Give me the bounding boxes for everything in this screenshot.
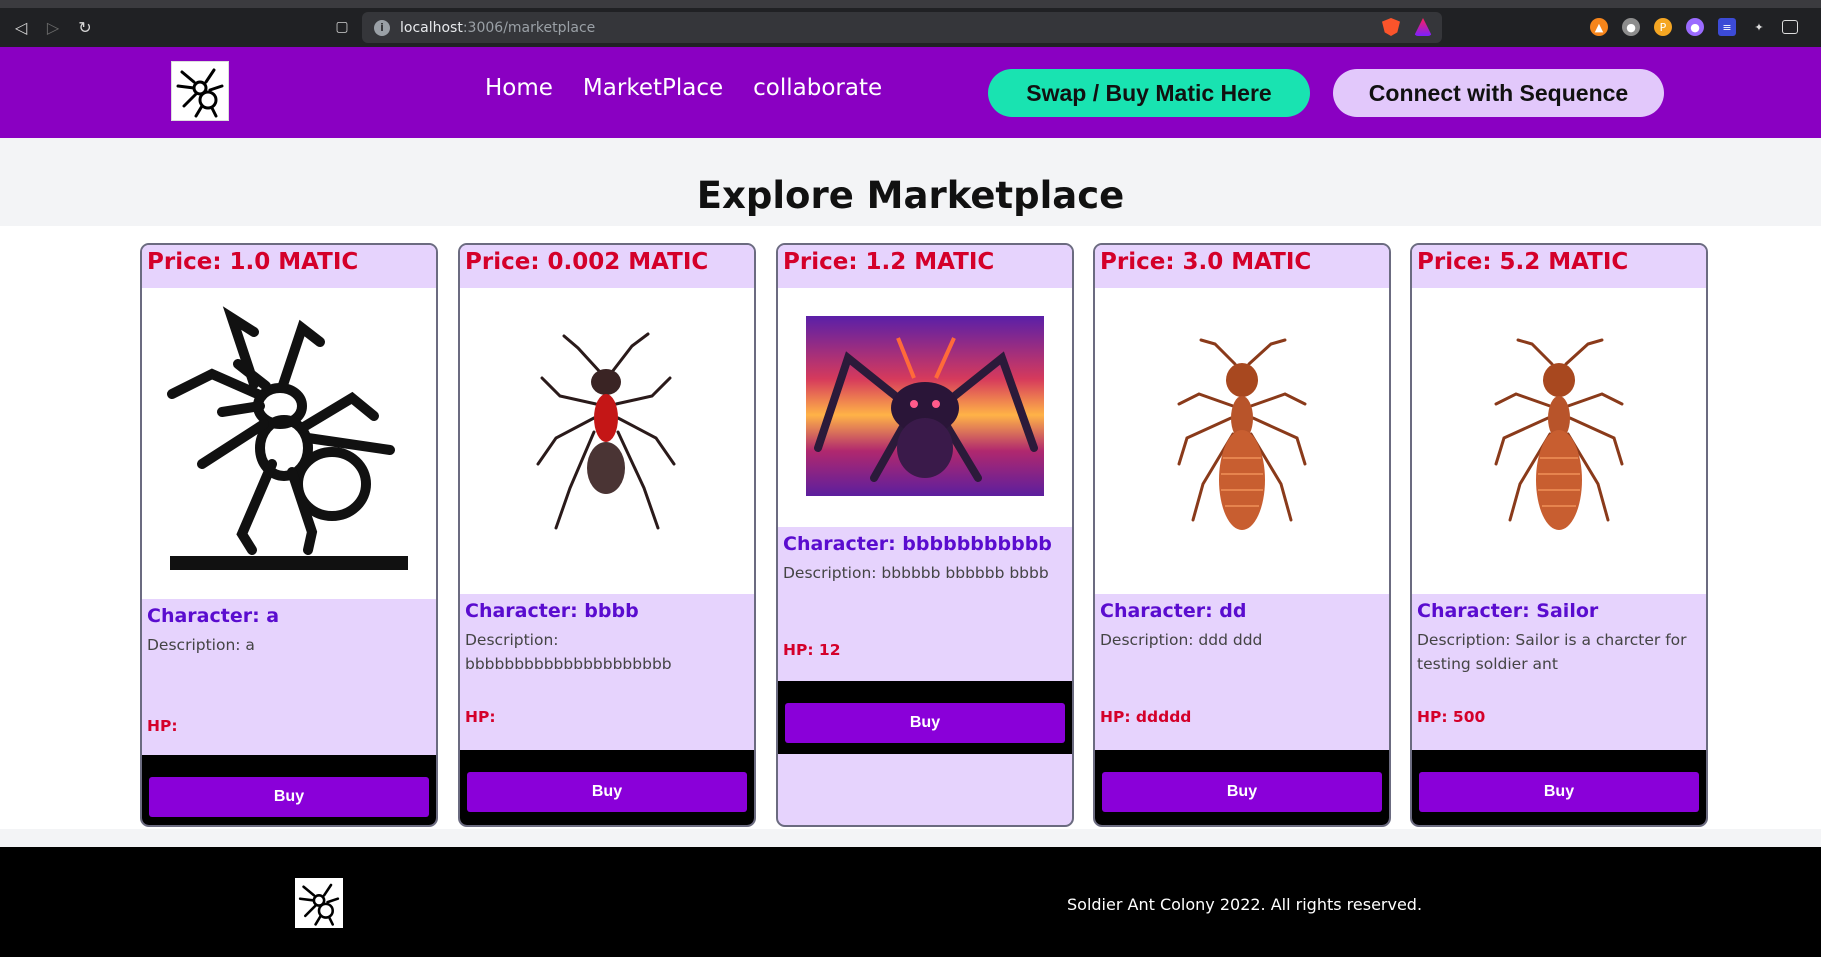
buy-button[interactable]: Buy: [1102, 772, 1382, 812]
marketplace-grid: Price: 1.0 MATIC Character: a Descriptio…: [0, 226, 1821, 829]
bookmark-icon[interactable]: ▢: [332, 17, 352, 37]
swap-buy-matic-button[interactable]: Swap / Buy Matic Here: [988, 69, 1310, 117]
black-ant-drawing-image: [167, 306, 408, 570]
card-image: [460, 288, 754, 594]
red-black-ant-image: [536, 332, 676, 530]
extension-icon[interactable]: P: [1654, 18, 1672, 36]
nav-collaborate[interactable]: collaborate: [753, 75, 882, 101]
puzzle-icon[interactable]: ✦: [1750, 18, 1768, 36]
site-info-icon[interactable]: i: [374, 19, 390, 36]
nft-card: Price: 5.2 MATIC Character: Sailor Descr…: [1410, 243, 1708, 827]
card-price: Price: 1.2 MATIC: [778, 245, 1072, 288]
footer-logo[interactable]: [295, 878, 343, 928]
address-bar[interactable]: i localhost:3006/marketplace: [362, 12, 1442, 43]
card-hp: HP:: [147, 717, 178, 735]
wallet-icon[interactable]: [1782, 20, 1798, 34]
card-description: Description: bbbbbbbbbbbbbbbbbbbbb: [465, 631, 672, 674]
buy-button[interactable]: Buy: [149, 777, 429, 817]
card-character: Character: bbbb: [465, 600, 639, 622]
card-buy-bar: Buy: [1095, 750, 1389, 825]
site-footer: Soldier Ant Colony 2022. All rights rese…: [0, 847, 1821, 957]
card-buy-bar: Buy: [142, 755, 436, 825]
site-header: Home MarketPlace collaborate Swap / Buy …: [0, 47, 1821, 138]
card-character: Character: Sailor: [1417, 600, 1599, 622]
card-image: [1412, 288, 1706, 594]
title-section: Explore Marketplace: [0, 138, 1821, 226]
card-image: [1095, 288, 1389, 594]
card-image: [778, 288, 1072, 527]
extension-icon[interactable]: ●: [1622, 18, 1640, 36]
url-path: :3006/marketplace: [462, 19, 596, 36]
back-icon[interactable]: ◁: [6, 12, 36, 42]
forward-icon[interactable]: ▷: [38, 12, 68, 42]
card-hp: HP: ddddd: [1100, 708, 1192, 726]
card-price: Price: 3.0 MATIC: [1095, 245, 1389, 288]
browser-tab-strip: [0, 0, 1821, 8]
card-description: Description: Sailor is a charcter for te…: [1417, 631, 1687, 674]
nft-card: Price: 3.0 MATIC Character: dd Descripti…: [1093, 243, 1391, 827]
card-image: [142, 288, 436, 599]
card-price: Price: 1.0 MATIC: [142, 245, 436, 288]
nav-marketplace[interactable]: MarketPlace: [583, 75, 723, 101]
card-buy-bar: Buy: [778, 681, 1072, 754]
extension-icon[interactable]: ●: [1686, 18, 1704, 36]
browser-toolbar: ◁ ▷ ↻ ▢ i localhost:3006/marketplace ▲ ●…: [0, 8, 1821, 47]
logo[interactable]: [171, 61, 229, 121]
copyright-text: Soldier Ant Colony 2022. All rights rese…: [1067, 895, 1423, 914]
url-host: localhost: [400, 19, 463, 36]
main-nav: Home MarketPlace collaborate: [485, 75, 882, 101]
buy-button[interactable]: Buy: [467, 772, 747, 812]
card-character: Character: dd: [1100, 600, 1247, 622]
card-character: Character: a: [147, 605, 280, 627]
brave-shield-icon[interactable]: [1382, 18, 1400, 36]
card-hp: HP:: [465, 708, 496, 726]
card-price: Price: 5.2 MATIC: [1412, 245, 1706, 288]
brave-rewards-icon[interactable]: [1414, 18, 1432, 36]
page-title: Explore Marketplace: [696, 174, 1125, 217]
nft-card: Price: 1.2 MATIC Character: bbbbbbbbbbb …: [776, 243, 1074, 827]
nft-card: Price: 0.002 MATIC Character: bbbb Descr…: [458, 243, 756, 827]
nft-card: Price: 1.0 MATIC Character: a Descriptio…: [140, 243, 438, 827]
nav-home[interactable]: Home: [485, 75, 553, 101]
card-buy-bar: Buy: [460, 750, 754, 825]
connect-sequence-button[interactable]: Connect with Sequence: [1333, 69, 1664, 117]
card-description: Description: bbbbbb bbbbbb bbbb: [783, 564, 1049, 582]
card-hp: HP: 500: [1417, 708, 1486, 726]
footer-spacer: [0, 829, 1821, 847]
reload-icon[interactable]: ↻: [70, 12, 100, 42]
orange-ant-image: [1494, 338, 1624, 530]
card-hp: HP: 12: [783, 641, 841, 659]
extension-icon[interactable]: ≡: [1718, 18, 1736, 36]
metamask-icon[interactable]: ▲: [1590, 18, 1608, 36]
buy-button[interactable]: Buy: [785, 703, 1065, 743]
card-price: Price: 0.002 MATIC: [460, 245, 754, 288]
card-character: Character: bbbbbbbbbbb: [783, 533, 1052, 555]
card-description: Description: a: [147, 636, 255, 654]
card-description: Description: ddd ddd: [1100, 631, 1263, 649]
sunset-ant-illustration-image: [806, 316, 1044, 496]
card-buy-bar: Buy: [1412, 750, 1706, 825]
buy-button[interactable]: Buy: [1419, 772, 1699, 812]
orange-ant-image: [1177, 338, 1307, 530]
